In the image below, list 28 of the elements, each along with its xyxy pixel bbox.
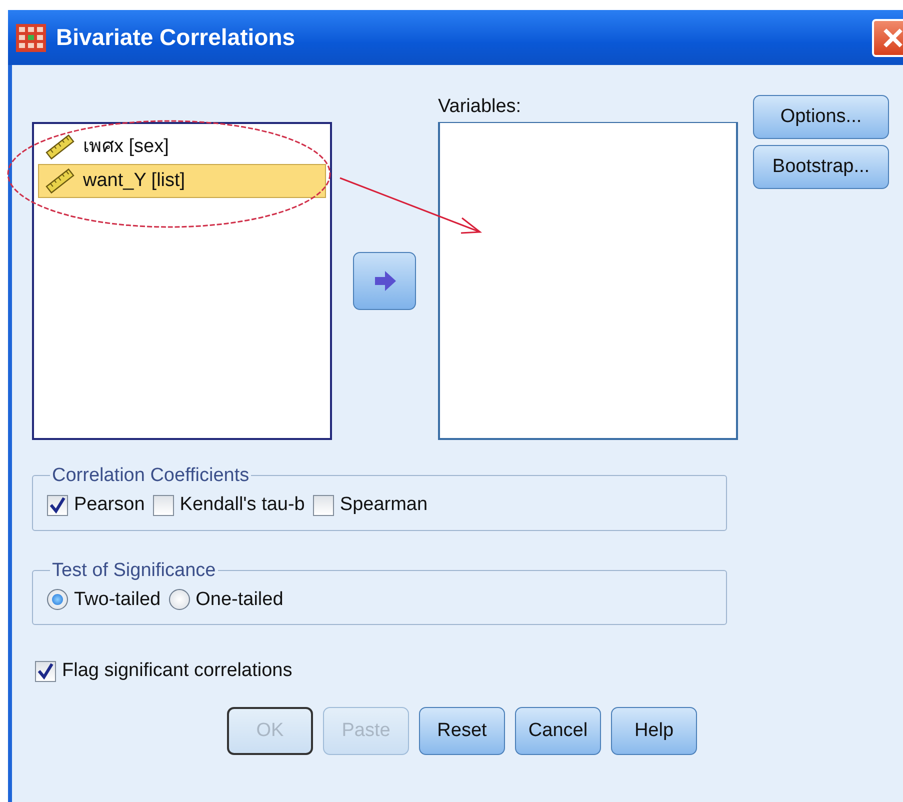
dialog-button[interactable]: Options... (753, 95, 889, 139)
radio-button[interactable] (47, 589, 68, 610)
dialog-button[interactable]: Reset (419, 707, 505, 756)
close-icon (882, 26, 903, 48)
checkbox[interactable] (35, 660, 56, 682)
checkbox[interactable] (47, 494, 68, 516)
radio-button[interactable] (168, 589, 190, 610)
move-button[interactable] (353, 252, 416, 310)
group-title: Test of Significance (51, 560, 217, 580)
checkbox[interactable] (152, 494, 174, 516)
window-title: Bivariate Correlations (56, 23, 296, 52)
dialog-button[interactable]: Bootstrap... (753, 145, 889, 189)
app-icon (16, 24, 46, 52)
checkbox[interactable] (312, 494, 334, 516)
checkbox-label: Flag significant correlations (62, 659, 292, 683)
variable-item[interactable]: เพศx [sex] (38, 130, 326, 164)
radio-label: Two-tailed (74, 588, 161, 612)
checkbox-label: Kendall's tau-b (180, 493, 305, 517)
close-button[interactable] (872, 18, 903, 56)
variables-label: Variables: (438, 95, 522, 119)
arrow-icon (372, 270, 396, 292)
variable-item[interactable]: want_Y [list] (38, 164, 326, 198)
dialog-button[interactable]: Cancel (515, 707, 601, 756)
radio-label: One-tailed (196, 588, 284, 612)
group-title: Correlation Coefficients (51, 466, 250, 485)
checkbox-label: Spearman (340, 493, 428, 517)
dialog-button[interactable]: Help (611, 707, 697, 756)
checkbox-label: Pearson (74, 493, 145, 517)
